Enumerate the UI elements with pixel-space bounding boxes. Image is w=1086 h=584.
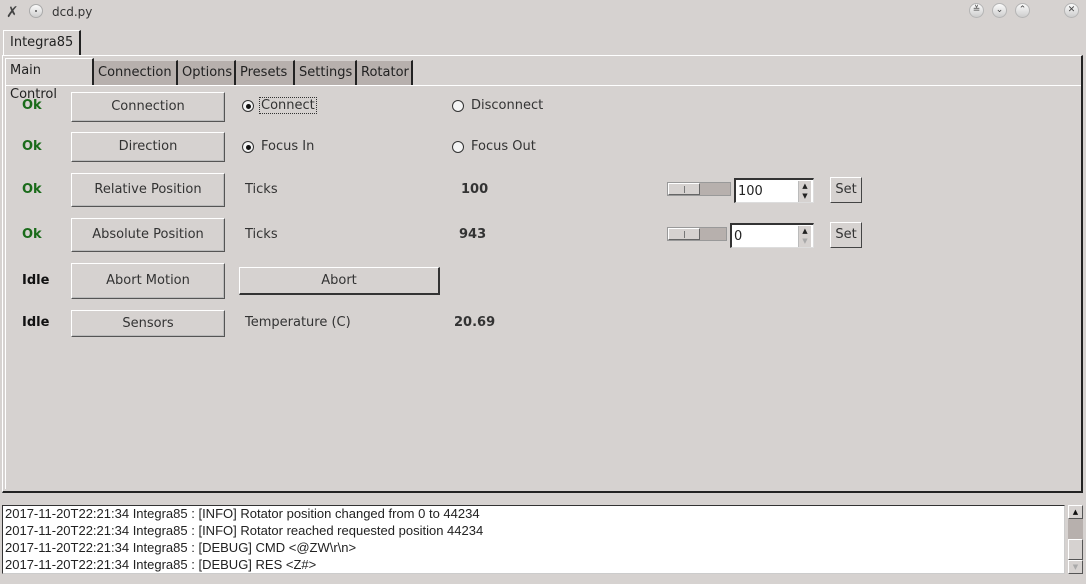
absolute-position-set-button[interactable]: Set xyxy=(830,222,862,248)
scroll-track[interactable] xyxy=(1068,519,1083,539)
direction-status: Ok xyxy=(22,139,42,154)
relative-position-slider[interactable] xyxy=(667,182,731,196)
slider-thumb[interactable] xyxy=(668,183,700,195)
temperature-label: Temperature (C) xyxy=(245,315,351,330)
maximize-icon[interactable]: ⌃ xyxy=(1015,3,1030,18)
absolute-position-unit: Ticks xyxy=(245,227,278,242)
relative-position-spinbox[interactable]: ▲▼ xyxy=(734,178,814,203)
close-icon[interactable]: ✕ xyxy=(1064,3,1079,18)
tab-options[interactable]: Options xyxy=(178,60,236,85)
relative-position-value: 100 xyxy=(461,182,489,197)
sensors-status: Idle xyxy=(22,315,50,330)
log-line: 2017-11-20T22:21:34 Integra85 : [INFO] R… xyxy=(5,523,484,538)
scroll-down-icon[interactable]: ▼ xyxy=(1068,560,1083,574)
disconnect-radio[interactable] xyxy=(452,100,464,112)
tab-rotator[interactable]: Rotator xyxy=(357,60,413,85)
spin-up-icon[interactable]: ▲ xyxy=(799,226,811,236)
absolute-position-status: Ok xyxy=(22,227,42,242)
spin-down-icon[interactable]: ▼ xyxy=(799,191,811,201)
connection-property-button[interactable]: Connection xyxy=(71,92,225,122)
abort-button[interactable]: Abort xyxy=(239,267,440,295)
tab-presets[interactable]: Presets xyxy=(236,60,295,85)
focus-in-radio[interactable] xyxy=(242,141,254,153)
connection-status: Ok xyxy=(22,98,42,113)
absolute-position-input[interactable] xyxy=(734,227,794,245)
abort-motion-status: Idle xyxy=(22,273,50,288)
disconnect-label[interactable]: Disconnect xyxy=(471,98,543,113)
log-line: 2017-11-20T22:21:34 Integra85 : [DEBUG] … xyxy=(5,540,357,555)
window-menu-icon[interactable] xyxy=(29,4,43,18)
title-bar: ✗ dcd.py ≚ ⌄ ⌃ ✕ xyxy=(0,0,1086,24)
scroll-up-icon[interactable]: ▲ xyxy=(1068,505,1083,519)
minimize-icon[interactable]: ⌄ xyxy=(992,3,1007,18)
tab-settings[interactable]: Settings xyxy=(295,60,357,85)
temperature-value: 20.69 xyxy=(454,315,496,330)
focus-out-radio[interactable] xyxy=(452,141,464,153)
absolute-position-spinbox[interactable]: ▲▼ xyxy=(730,223,814,248)
absolute-position-value: 943 xyxy=(459,227,487,242)
absolute-position-slider[interactable] xyxy=(667,227,727,241)
sensors-property-button[interactable]: Sensors xyxy=(71,310,225,337)
spin-down-icon[interactable]: ▼ xyxy=(799,236,811,246)
relative-position-set-button[interactable]: Set xyxy=(830,177,862,203)
tab-integra85[interactable]: Integra85 xyxy=(3,30,82,55)
tab-connection[interactable]: Connection xyxy=(94,60,178,85)
log-scrollbar[interactable]: ▲ ▼ xyxy=(1068,505,1083,574)
relative-position-property-button[interactable]: Relative Position xyxy=(71,173,225,207)
tab-main-control[interactable]: Main Control xyxy=(5,58,94,102)
scroll-thumb[interactable] xyxy=(1068,539,1083,560)
spin-up-icon[interactable]: ▲ xyxy=(799,181,811,191)
connect-radio[interactable] xyxy=(242,100,254,112)
shade-icon[interactable]: ≚ xyxy=(969,3,984,18)
relative-position-input[interactable] xyxy=(738,182,798,200)
window-title: dcd.py xyxy=(52,5,93,19)
connect-label[interactable]: Connect xyxy=(259,97,317,114)
direction-property-button[interactable]: Direction xyxy=(71,132,225,162)
log-line: 2017-11-20T22:21:34 Integra85 : [DEBUG] … xyxy=(5,557,317,572)
abort-motion-property-button[interactable]: Abort Motion xyxy=(71,263,225,299)
relative-position-unit: Ticks xyxy=(245,182,278,197)
x-logo-icon: ✗ xyxy=(6,3,19,21)
absolute-position-property-button[interactable]: Absolute Position xyxy=(71,218,225,252)
message-log[interactable]: 2017-11-20T22:21:34 Integra85 : [INFO] R… xyxy=(2,505,1065,574)
focus-in-label[interactable]: Focus In xyxy=(261,139,314,154)
log-line: 2017-11-20T22:21:34 Integra85 : [INFO] R… xyxy=(5,506,480,521)
relative-position-status: Ok xyxy=(22,182,42,197)
slider-thumb[interactable] xyxy=(668,228,700,240)
focus-out-label[interactable]: Focus Out xyxy=(471,139,536,154)
